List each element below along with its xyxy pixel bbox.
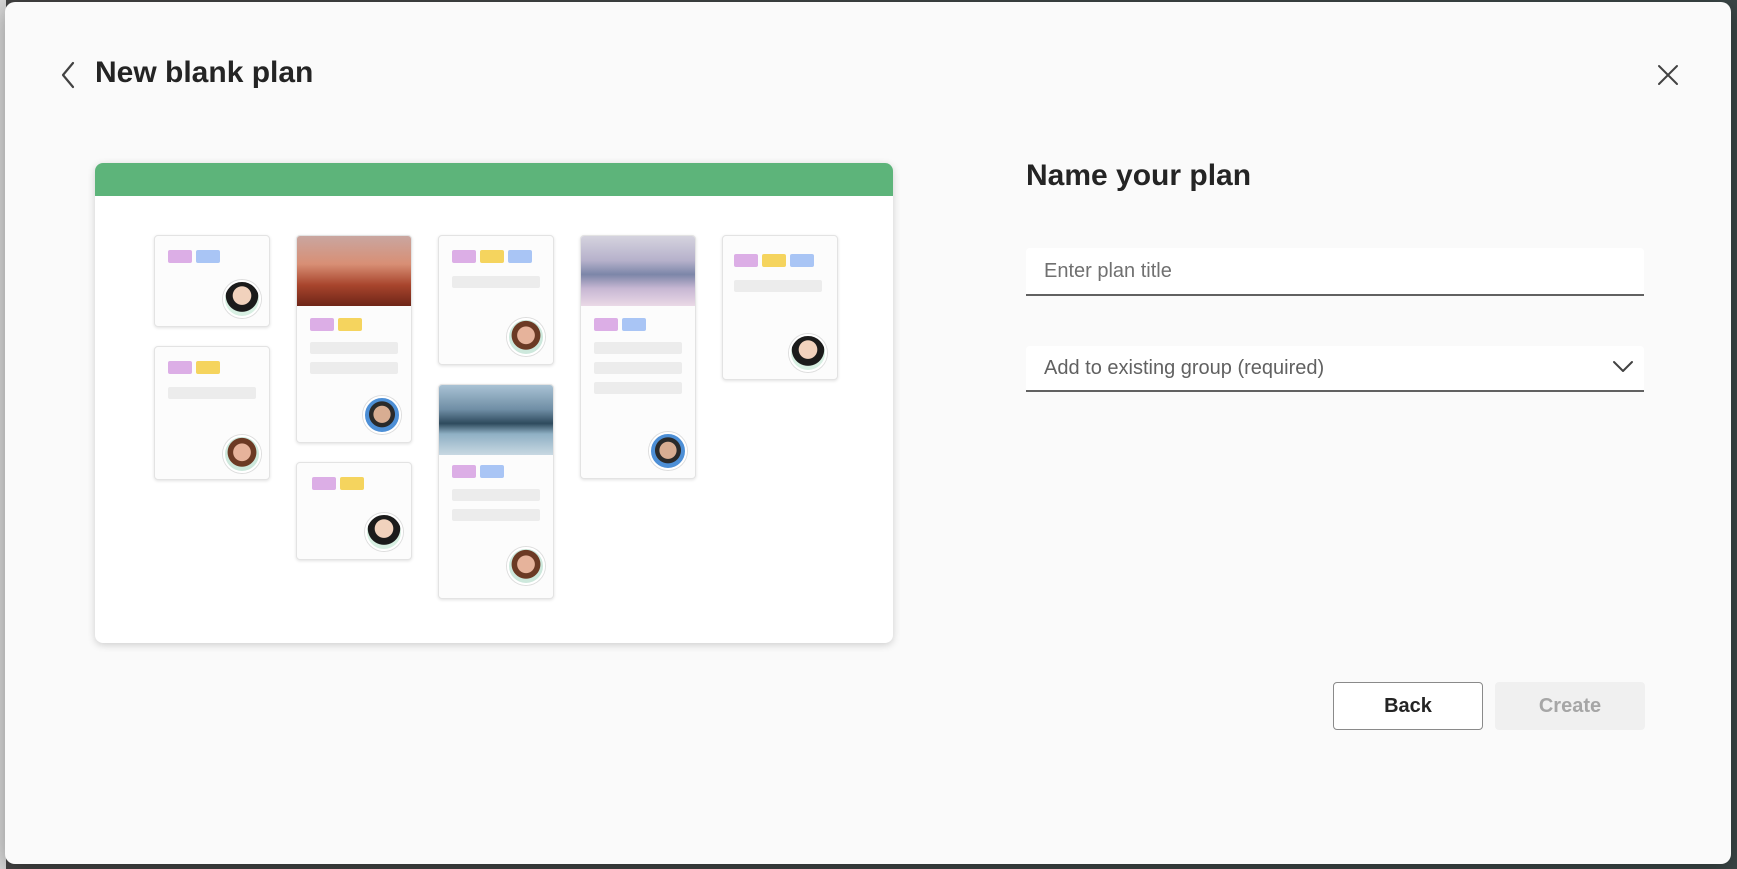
create-button[interactable]: Create: [1495, 682, 1645, 730]
new-plan-dialog: New blank plan Name your plan Enter plan…: [5, 2, 1731, 864]
avatar: [507, 318, 545, 356]
illustration-card: [154, 235, 270, 327]
plan-title-field[interactable]: [1026, 248, 1644, 296]
illustration-card: [580, 235, 696, 479]
avatar: [789, 334, 827, 372]
illustration-header-bar: [95, 163, 893, 196]
illustration-card: [438, 384, 554, 599]
avatar: [507, 547, 545, 585]
group-select[interactable]: Add to existing group (required): [1026, 346, 1644, 392]
back-button[interactable]: Back: [1333, 682, 1483, 730]
avatar: [223, 435, 261, 473]
form-title: Name your plan: [1026, 159, 1252, 192]
illustration-card: [296, 235, 412, 443]
close-icon: [1658, 65, 1678, 85]
illustration-card: [438, 235, 554, 365]
chevron-left-icon: [61, 61, 75, 89]
illustration-card: [154, 346, 270, 480]
plan-board-illustration: [95, 163, 893, 643]
illustration-card: [722, 235, 838, 380]
illustration-card: [296, 462, 412, 560]
plan-title-input[interactable]: [1026, 248, 1644, 294]
close-button[interactable]: [1655, 62, 1681, 88]
group-select-text: Add to existing group (required): [1044, 357, 1325, 379]
dialog-title: New blank plan: [95, 56, 314, 89]
avatar: [223, 280, 261, 318]
avatar: [363, 396, 401, 434]
back-arrow-button[interactable]: [57, 60, 79, 90]
chevron-down-icon: [1613, 361, 1633, 372]
avatar: [649, 432, 687, 470]
avatar: [365, 513, 403, 551]
